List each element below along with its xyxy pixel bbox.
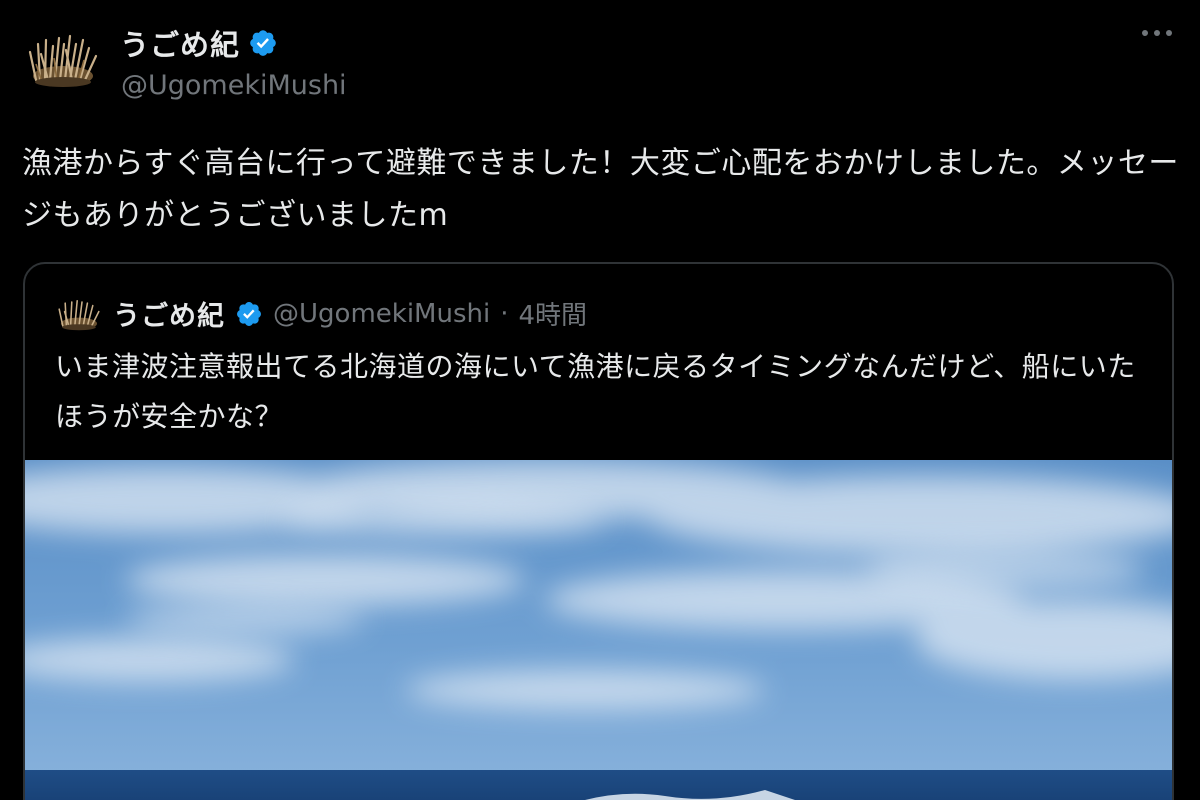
dot (1166, 30, 1172, 36)
avatar[interactable] (26, 30, 100, 90)
avatar (58, 299, 100, 330)
timestamp[interactable]: 4時間 (518, 295, 587, 332)
verified-badge-icon (250, 30, 276, 56)
quoted-handle[interactable]: @UgomekiMushi (273, 299, 490, 329)
quoted-tweet-text: いま津波注意報出てる北海道の海にいて漁港に戻るタイミングなんだけど、船にいたほう… (55, 350, 1136, 433)
dot (1142, 30, 1148, 36)
separator: · (500, 298, 509, 329)
quoted-display-name[interactable]: うごめ紀 (113, 294, 225, 333)
verified-badge-icon (237, 301, 261, 326)
more-options-icon[interactable] (1142, 30, 1172, 36)
tweet-text: 漁港からすぐ高台に行って避難できました！大変ご心配をおかけしました。メッセージも… (22, 146, 1179, 233)
sea-photo[interactable] (25, 460, 1174, 800)
handle[interactable]: @UgomekiMushi (121, 70, 347, 101)
display-name[interactable]: うごめ紀 (120, 22, 240, 64)
quoted-tweet[interactable]: うごめ紀 @UgomekiMushi · 4時間 いま津波注意報出てる北海道の海… (23, 262, 1174, 800)
dot (1154, 30, 1160, 36)
